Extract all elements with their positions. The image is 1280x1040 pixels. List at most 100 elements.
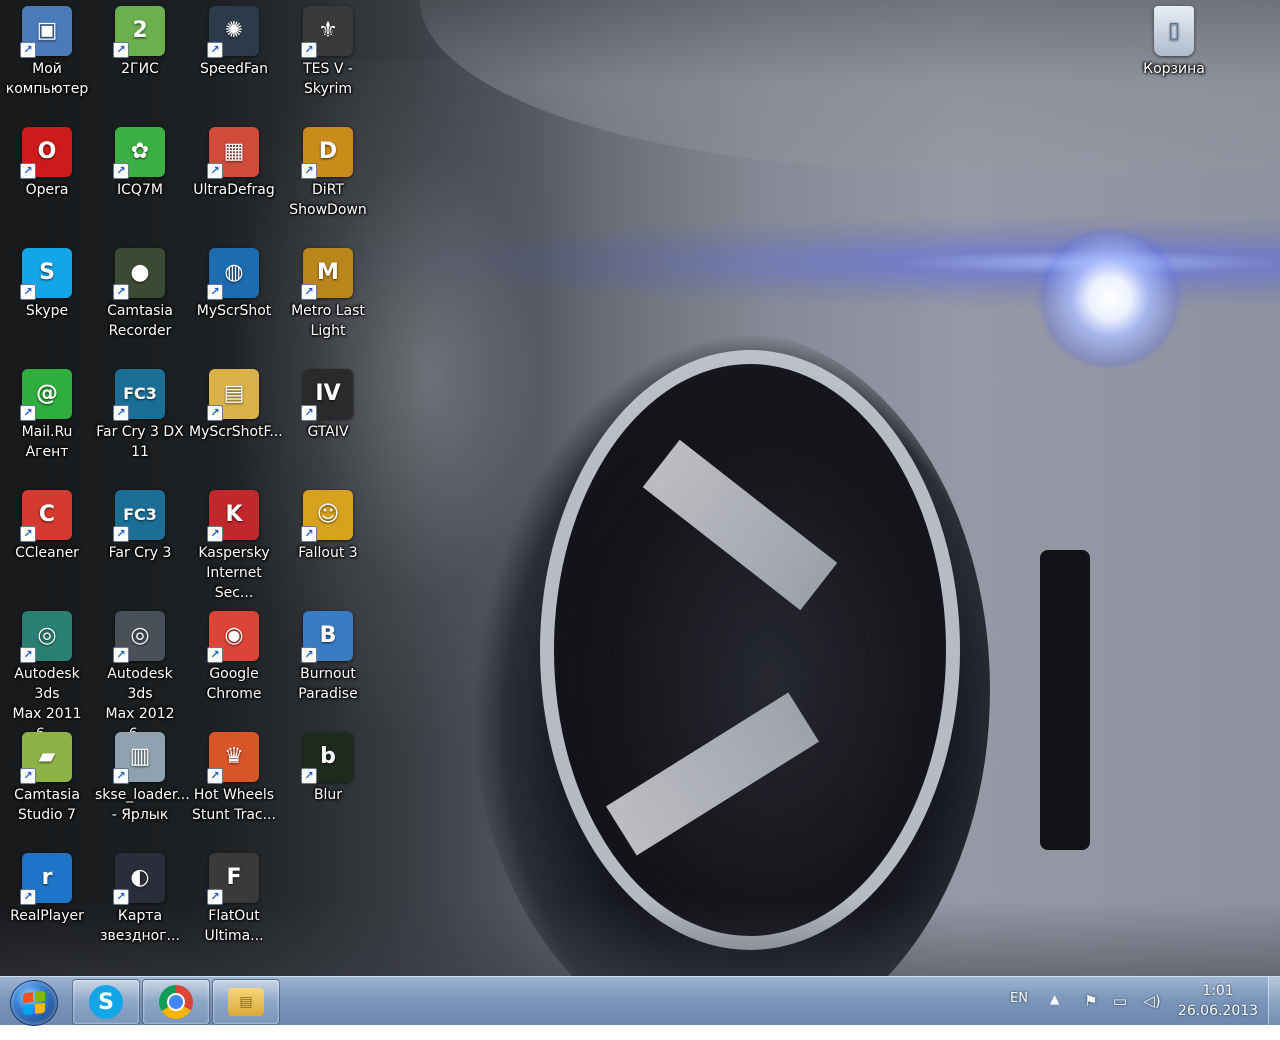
desktop-icon[interactable]: ▦ ↗ UltraDefrag [187, 121, 281, 200]
desktop-icon[interactable]: ◎↗Autodesk 3ds Max 2011 6... [0, 605, 94, 744]
desktop-icon[interactable]: ✿ ↗ ICQ7M [93, 121, 187, 200]
chrome-icon: ◉ ↗ [207, 611, 259, 663]
taskbar-button-skype[interactable]: S [72, 979, 140, 1025]
taskbar-button-explorer[interactable]: ▤ [212, 979, 280, 1025]
shortcut-arrow-icon: ↗ [207, 42, 223, 58]
desktop-icon-label: Google Chrome [206, 666, 262, 702]
folder-icon: ▤ [228, 988, 264, 1016]
desktop-icon[interactable]: FC3 ↗ Far Cry 3 DX 11 [93, 363, 187, 462]
skype-icon: S [89, 985, 123, 1019]
desktop-icon-label: DiRT ShowDown [289, 182, 367, 218]
desktop-icon-label: Metro Last Light [291, 303, 365, 339]
shortcut-arrow-icon: ↗ [301, 42, 317, 58]
desktop-icon[interactable]: ☺ ↗ Fallout 3 [281, 484, 375, 563]
desktop-icon[interactable]: ♛ ↗ Hot Wheels Stunt Trac... [187, 726, 281, 825]
wallpaper-wheel-arch [470, 330, 990, 976]
desktop-icon[interactable]: ◐ ↗ Карта звездног... [93, 847, 187, 946]
desktop-icon[interactable]: C ↗ CCleaner [0, 484, 94, 563]
shortcut-arrow-icon: ↗ [113, 284, 129, 300]
shortcut-arrow-icon: ↗ [207, 405, 223, 421]
taskbar-clock[interactable]: 1:01 26.06.2013 [1176, 981, 1260, 1021]
desktop-icon-label: Корзина [1143, 61, 1205, 77]
desktop-icon[interactable]: D ↗ DiRT ShowDown [281, 121, 375, 220]
farcry3-dx11-icon: FC3 ↗ [113, 369, 165, 421]
desktop-icon[interactable]: r ↗ RealPlayer [0, 847, 94, 926]
desktop-icon[interactable]: K ↗ Kaspersky Internet Sec... [187, 484, 281, 603]
shortcut-arrow-icon: ↗ [207, 163, 223, 179]
desktop-icon[interactable]: FC3 ↗ Far Cry 3 [93, 484, 187, 563]
desktop-icon[interactable]: F ↗ FlatOut Ultima... [187, 847, 281, 946]
shortcut-arrow-icon: ↗ [20, 405, 36, 421]
desktop-icon-label: Mail.Ru Агент [21, 424, 73, 460]
shortcut-arrow-icon: ↗ [113, 768, 129, 784]
desktop-icon[interactable]: ▤ ↗ MyScrShotF... [187, 363, 283, 442]
desktop-icon[interactable]: O ↗ Opera [0, 121, 94, 200]
shortcut-arrow-icon: ↗ [113, 163, 129, 179]
mailru-agent-icon: @ ↗ [20, 369, 72, 421]
desktop-icon-label: Skype [25, 303, 69, 319]
desktop-icon-label: Camtasia Studio 7 [14, 787, 80, 823]
desktop-icon[interactable]: 2 ↗ 2ГИС [93, 0, 187, 79]
realplayer-icon: r ↗ [20, 853, 72, 905]
desktop-icon-label: Burnout Paradise [298, 666, 358, 702]
desktop-icon-label: Kaspersky Internet Sec... [198, 545, 270, 601]
desktop-icon[interactable]: ✺ ↗ SpeedFan [187, 0, 281, 79]
camtasia-studio-icon: ▰ ↗ [20, 732, 72, 784]
desktop-icon[interactable]: IV ↗ GTAIV [281, 363, 375, 442]
myscrshot-icon: ◍ ↗ [207, 248, 259, 300]
shortcut-arrow-icon: ↗ [20, 889, 36, 905]
shortcut-arrow-icon: ↗ [20, 647, 36, 663]
desktop-icon[interactable]: ▣ ↗ Мой компьютер [0, 0, 94, 99]
desktop-icon[interactable]: ◎↗Autodesk 3ds Max 2012 6... [93, 605, 187, 744]
show-desktop-button[interactable] [1268, 977, 1280, 1025]
desktop-icon-label: TES V - Skyrim [303, 61, 353, 97]
shortcut-arrow-icon: ↗ [301, 526, 317, 542]
taskbar-button-chrome[interactable] [142, 979, 210, 1025]
desktop-icon[interactable]: ▥ ↗ skse_loader... - Ярлык [93, 726, 190, 825]
network-icon[interactable]: ▭ [1111, 992, 1129, 1010]
desktop-icon-label: MyScrShot [196, 303, 272, 319]
desktop-icon[interactable]: ⚜ ↗ TES V - Skyrim [281, 0, 375, 99]
3dsmax-2011-icon: ◎ ↗ [20, 611, 72, 663]
desktop-icon[interactable]: ◍ ↗ MyScrShot [187, 242, 281, 321]
windows-start-icon [23, 990, 45, 1016]
desktop-icon[interactable]: M ↗ Metro Last Light [281, 242, 375, 341]
desktop-icon[interactable]: S ↗ Skype [0, 242, 94, 321]
shortcut-arrow-icon: ↗ [113, 405, 129, 421]
desktop-icon-label: skse_loader... - Ярлык [95, 787, 190, 823]
desktop-icon-label: Blur [313, 787, 343, 803]
shortcut-arrow-icon: ↗ [207, 889, 223, 905]
start-button[interactable] [10, 980, 58, 1026]
shortcut-arrow-icon: ↗ [20, 163, 36, 179]
clock-date: 26.06.2013 [1177, 1003, 1259, 1019]
desktop-icon[interactable]: ▰ ↗ Camtasia Studio 7 [0, 726, 94, 825]
language-indicator[interactable]: EN [1010, 991, 1028, 1039]
desktop-icon[interactable]: b ↗ Blur [281, 726, 375, 805]
speedfan-icon: ✺ ↗ [207, 6, 259, 58]
desktop-icon[interactable]: @ ↗ Mail.Ru Агент [0, 363, 94, 462]
shortcut-arrow-icon: ↗ [207, 768, 223, 784]
shortcut-arrow-icon: ↗ [113, 647, 129, 663]
icq-icon: ✿ ↗ [113, 127, 165, 179]
desktop-icon[interactable]: ◉ ↗ Google Chrome [187, 605, 281, 704]
opera-icon: O ↗ [20, 127, 72, 179]
wallpaper-wheel-spoke [642, 439, 838, 611]
volume-icon[interactable]: ◁) [1140, 992, 1164, 1010]
desktop-icon[interactable]: ● ↗ Camtasia Recorder [93, 242, 187, 341]
desktop-icon-label: GTAIV [307, 424, 349, 440]
shortcut-arrow-icon: ↗ [301, 768, 317, 784]
desktop-icon[interactable]: B ↗ Burnout Paradise [281, 605, 375, 704]
chrome-icon [159, 985, 193, 1019]
desktop-icon-label: Far Cry 3 DX 11 [96, 424, 184, 460]
shortcut-arrow-icon: ↗ [113, 889, 129, 905]
desktop-icon-recycle-bin[interactable]: ▯ Корзина [1127, 0, 1221, 79]
desktop-icon-label: ICQ7M [117, 182, 163, 198]
action-center-flag-icon[interactable]: ⚑ [1082, 992, 1100, 1010]
shortcut-arrow-icon: ↗ [20, 526, 36, 542]
skyrim-icon: ⚜ ↗ [301, 6, 353, 58]
shortcut-arrow-icon: ↗ [113, 42, 129, 58]
desktop-icon-label: Fallout 3 [298, 545, 358, 561]
burnout-icon: B ↗ [301, 611, 353, 663]
star-map-icon: ◐ ↗ [113, 853, 165, 905]
show-hidden-icons-button[interactable]: ▲ [1050, 992, 1059, 1040]
